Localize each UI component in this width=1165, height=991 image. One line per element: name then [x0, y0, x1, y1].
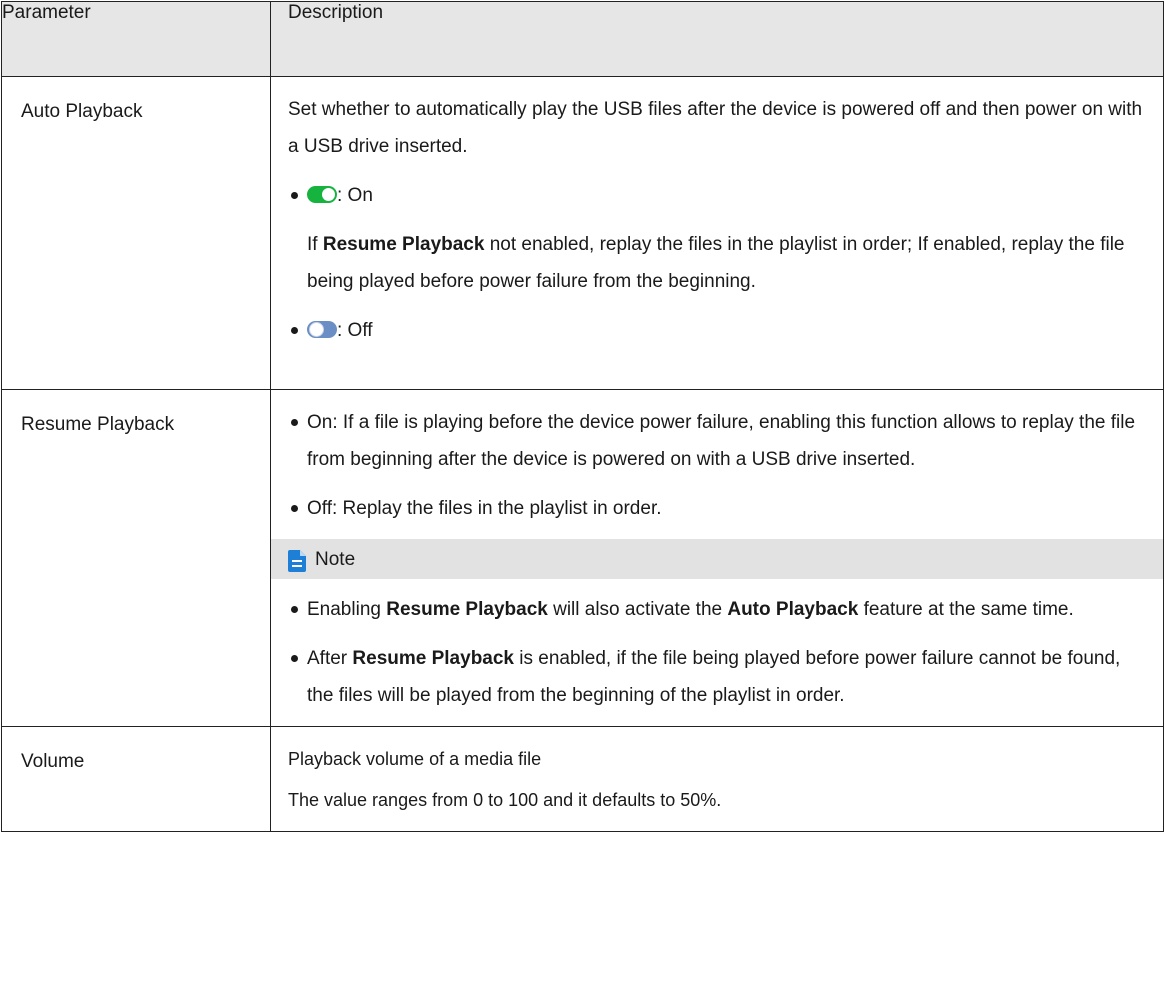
bullet-on-state: : On — [288, 177, 1163, 214]
note1-bold-resume: Resume Playback — [386, 599, 548, 620]
auto-playback-intro: Set whether to automatically play the US… — [288, 99, 1143, 157]
table-row-auto-playback: Auto Playback Set whether to automatical… — [1, 76, 1164, 390]
note2-bold-resume: Resume Playback — [352, 648, 514, 669]
volume-line-1: Playback volume of a media file — [288, 749, 542, 769]
bullet-dot — [291, 505, 298, 512]
bullet-dot — [291, 192, 298, 199]
on-detail-bold: Resume Playback — [322, 234, 485, 255]
param-auto-playback: Auto Playback — [1, 76, 271, 390]
bullet-resume-on: On: If a file is playing before the devi… — [288, 404, 1153, 478]
toggle-on-icon — [307, 186, 337, 203]
bullet-dot — [291, 419, 298, 426]
header-description: Description — [270, 1, 1164, 77]
note1-bold-auto: Auto Playback — [727, 599, 859, 620]
volume-line-2: The value ranges from 0 to 100 and it de… — [288, 790, 722, 810]
note-banner: Note — [271, 539, 1164, 579]
header-parameter: Parameter — [1, 1, 271, 77]
table-header-row: Parameter Description — [1, 1, 1164, 77]
note2-text-a: After — [307, 648, 353, 669]
on-detail: If Resume Playback not enabled, replay t… — [288, 226, 1143, 300]
resume-on-text: On: If a file is playing before the devi… — [307, 412, 1136, 470]
desc-auto-playback: Set whether to automatically play the US… — [270, 76, 1164, 390]
note1-text-e: feature at the same time. — [858, 599, 1074, 620]
bullet-dot — [291, 606, 298, 613]
desc-resume-playback: On: If a file is playing before the devi… — [270, 389, 1164, 727]
desc-volume: Playback volume of a media file The valu… — [270, 726, 1164, 832]
table-row-volume: Volume Playback volume of a media file T… — [1, 726, 1164, 832]
bullet-off-state: : Off — [288, 312, 1163, 349]
note1-text-c: will also activate the — [547, 599, 728, 620]
on-label: : On — [337, 185, 373, 206]
note-title: Note — [315, 548, 356, 570]
bullet-note-1: Enabling Resume Playback will also activ… — [288, 591, 1163, 628]
on-detail-prefix: If — [307, 234, 323, 255]
resume-off-text: Off: Replay the files in the playlist in… — [307, 498, 662, 519]
bullet-dot — [291, 327, 298, 334]
note1-text-a: Enabling — [307, 599, 387, 620]
bullet-dot — [291, 655, 298, 662]
bullet-note-2: After Resume Playback is enabled, if the… — [288, 640, 1133, 714]
note-document-icon — [288, 548, 306, 572]
param-volume: Volume — [1, 726, 271, 832]
off-label: : Off — [337, 320, 373, 341]
parameter-table: Parameter Description Auto Playback Set … — [1, 1, 1164, 832]
param-resume-playback: Resume Playback — [1, 389, 271, 727]
bullet-resume-off: Off: Replay the files in the playlist in… — [288, 490, 1163, 527]
toggle-off-icon — [307, 321, 337, 338]
table-row-resume-playback: Resume Playback On: If a file is playing… — [1, 389, 1164, 727]
